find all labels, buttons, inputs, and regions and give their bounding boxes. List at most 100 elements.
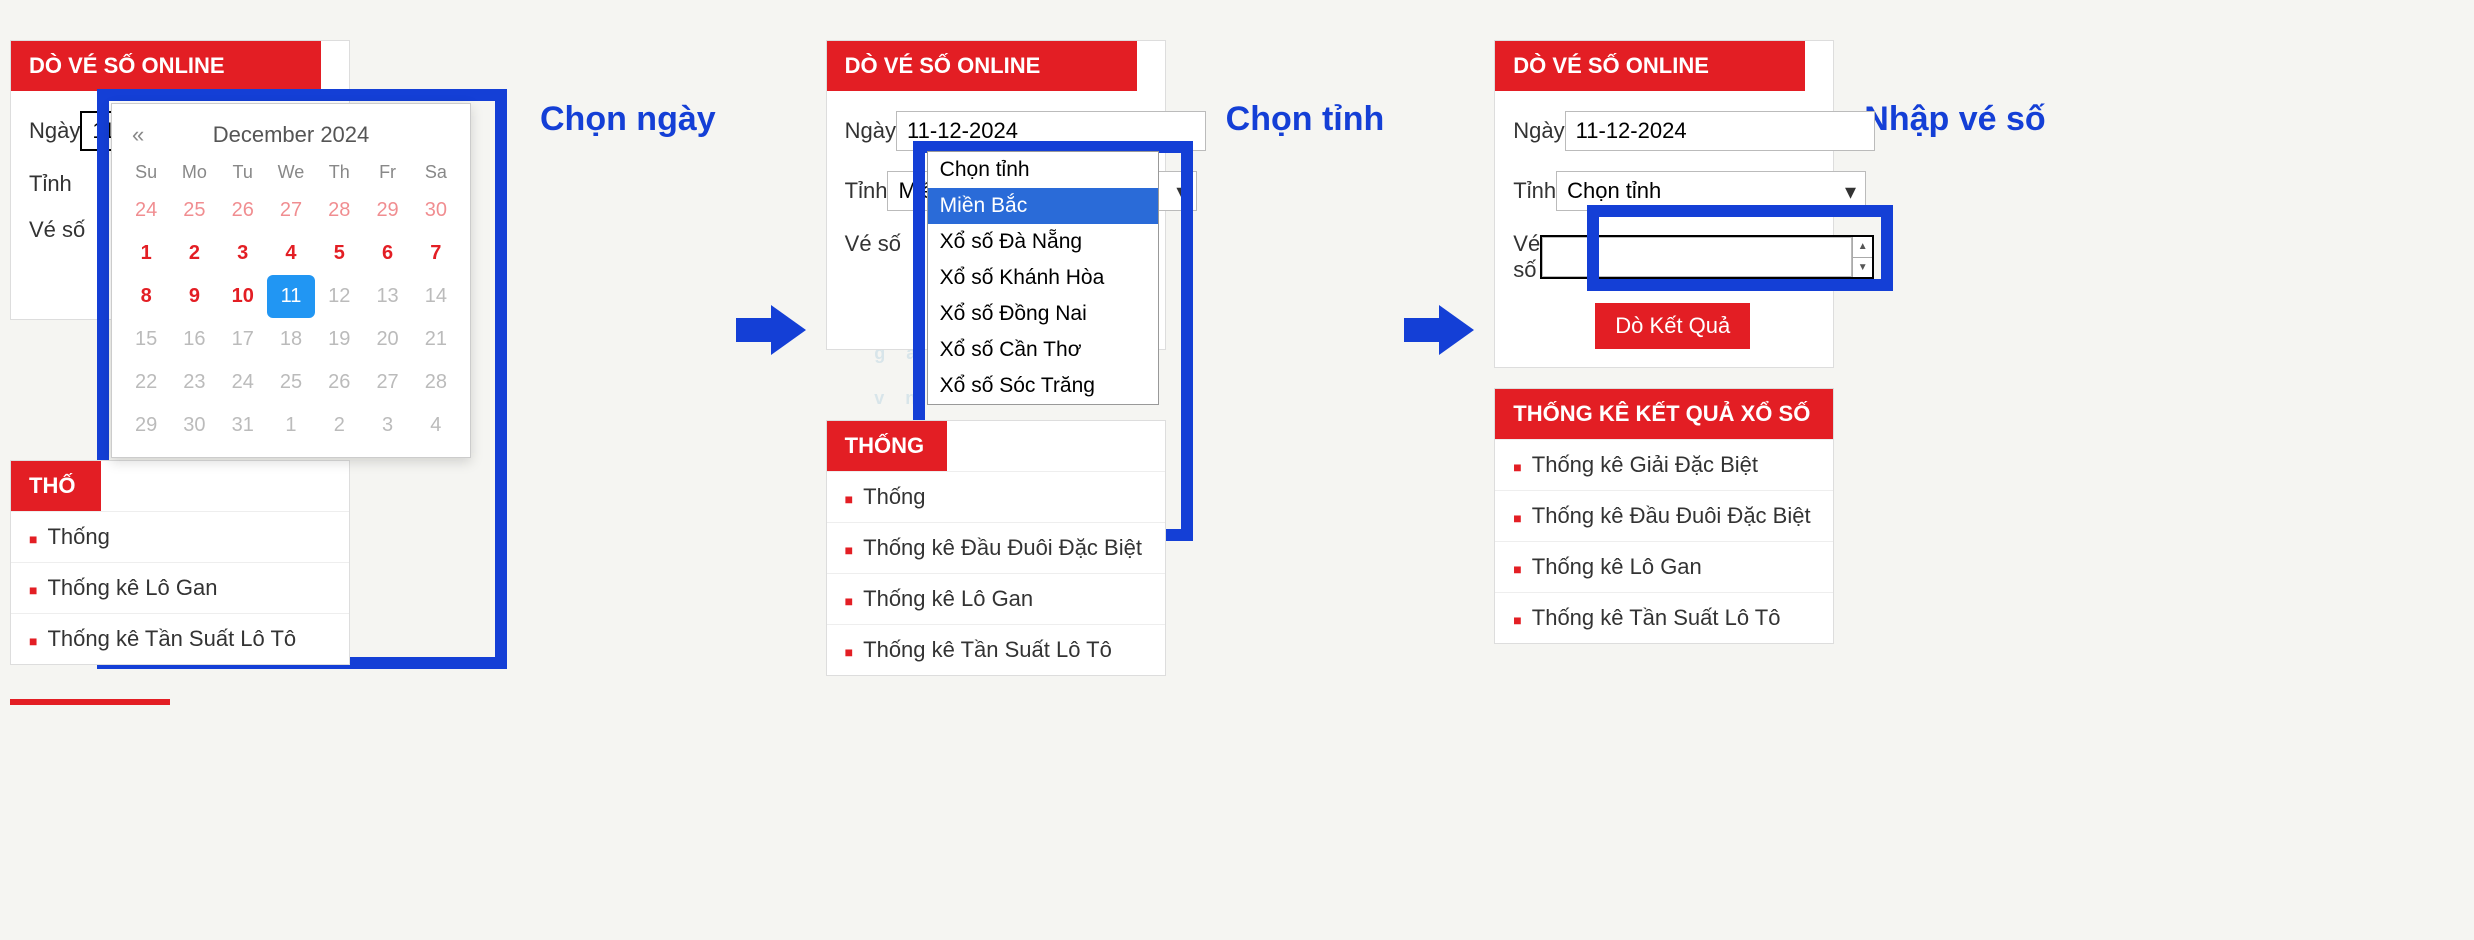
panel-header: DÒ VÉ SỐ ONLINE <box>827 41 1137 91</box>
cal-dow: Su <box>122 156 170 189</box>
cal-day[interactable]: 4 <box>267 232 315 275</box>
cal-day[interactable]: 3 <box>363 404 411 447</box>
cal-day[interactable]: 28 <box>412 361 460 404</box>
stats-panel: THỐ Thống Thống kê Lô Gan Thống kê Tần S… <box>10 460 350 665</box>
cal-day[interactable]: 16 <box>170 318 218 361</box>
cal-day[interactable]: 10 <box>219 275 267 318</box>
province-option[interactable]: Miền Bắc <box>928 188 1158 224</box>
cal-day[interactable]: 26 <box>315 361 363 404</box>
cal-day[interactable]: 28 <box>315 189 363 232</box>
cal-day[interactable]: 23 <box>170 361 218 404</box>
label-ticket: Vé số <box>845 231 925 257</box>
lookup-panel: DÒ VÉ SỐ ONLINE Ngày Tỉnh Vé số <box>826 40 1166 350</box>
stats-item[interactable]: Thống kê Tần Suất Lô Tô <box>1495 592 1833 643</box>
cal-day[interactable]: 20 <box>363 318 411 361</box>
stats-header: THỐ <box>11 461 101 511</box>
label-date: Ngày <box>29 118 80 144</box>
cal-day[interactable]: 30 <box>412 189 460 232</box>
divider <box>10 699 170 705</box>
spinner-icon[interactable]: ▲▼ <box>1852 237 1872 277</box>
cal-day[interactable]: 5 <box>315 232 363 275</box>
cal-day[interactable]: 2 <box>170 232 218 275</box>
cal-day[interactable]: 11 <box>267 275 315 318</box>
cal-day[interactable]: 12 <box>315 275 363 318</box>
arrow-right-icon <box>736 300 806 360</box>
province-option[interactable]: Xổ số Đà Nẵng <box>928 224 1158 260</box>
cal-day[interactable]: 17 <box>219 318 267 361</box>
cal-day[interactable]: 29 <box>363 189 411 232</box>
step-label-2: Chọn tỉnh <box>1226 100 1385 139</box>
cal-prev-icon[interactable]: « <box>132 122 144 148</box>
stats-item[interactable]: Thống kê Giải Đặc Biệt <box>1495 439 1833 490</box>
cal-day[interactable]: 24 <box>122 189 170 232</box>
label-date: Ngày <box>845 118 896 144</box>
cal-dow: Mo <box>170 156 218 189</box>
stats-item[interactable]: Thống kê Tần Suất Lô Tô <box>11 613 349 664</box>
cal-day[interactable]: 7 <box>412 232 460 275</box>
date-input[interactable] <box>1565 111 1875 151</box>
cal-day[interactable]: 14 <box>412 275 460 318</box>
province-option[interactable]: Xổ số Sóc Trăng <box>928 368 1158 404</box>
cal-day[interactable]: 27 <box>267 189 315 232</box>
cal-day[interactable]: 15 <box>122 318 170 361</box>
panel-header: DÒ VÉ SỐ ONLINE <box>1495 41 1805 91</box>
cal-day[interactable]: 21 <box>412 318 460 361</box>
cal-dow: We <box>267 156 315 189</box>
cal-day[interactable]: 13 <box>363 275 411 318</box>
label-ticket: Vé số <box>29 217 109 243</box>
province-option[interactable]: Xổ số Cần Thơ <box>928 332 1158 368</box>
province-option[interactable]: Xổ số Khánh Hòa <box>928 260 1158 296</box>
province-dropdown: Chọn tỉnh Miền Bắc Xổ số Đà Nẵng Xổ số K… <box>927 151 1159 405</box>
cal-day[interactable]: 25 <box>267 361 315 404</box>
cal-day[interactable]: 3 <box>219 232 267 275</box>
cal-day[interactable]: 4 <box>412 404 460 447</box>
stats-item[interactable]: Thống kê Đầu Đuôi Đặc Biệt <box>1495 490 1833 541</box>
label-province: Tỉnh <box>1513 178 1556 204</box>
cal-day[interactable]: 1 <box>122 232 170 275</box>
cal-day[interactable]: 6 <box>363 232 411 275</box>
cal-dow: Th <box>315 156 363 189</box>
lookup-panel: DÒ VÉ SỐ ONLINE Ngày Tỉnh Vé số <box>1494 40 1834 368</box>
cal-day[interactable]: 18 <box>267 318 315 361</box>
cal-day[interactable]: 26 <box>219 189 267 232</box>
stats-header: THỐNG <box>827 421 947 471</box>
label-ticket: Vé số <box>1513 231 1540 283</box>
label-date: Ngày <box>1513 118 1564 144</box>
cal-dow: Fr <box>363 156 411 189</box>
cal-title: December 2024 <box>213 122 370 148</box>
stats-item[interactable]: Thống kê Tần Suất Lô Tô <box>827 624 1165 675</box>
cal-dow: Sa <box>412 156 460 189</box>
cal-day[interactable]: 27 <box>363 361 411 404</box>
step-label-3: Nhập vé số <box>1864 100 2045 139</box>
cal-day[interactable]: 2 <box>315 404 363 447</box>
stats-item[interactable]: Thống <box>11 511 349 562</box>
cal-day[interactable]: 29 <box>122 404 170 447</box>
stats-item[interactable]: Thống kê Lô Gan <box>827 573 1165 624</box>
province-option[interactable]: Chọn tỉnh <box>928 152 1158 188</box>
label-province: Tỉnh <box>29 171 109 197</box>
cal-day[interactable]: 1 <box>267 404 315 447</box>
stats-panel: THỐNG Thống Thống kê Đầu Đuôi Đặc Biệt T… <box>826 420 1166 676</box>
cal-day[interactable]: 25 <box>170 189 218 232</box>
date-input[interactable] <box>896 111 1206 151</box>
province-option[interactable]: Xổ số Đồng Nai <box>928 296 1158 332</box>
cal-day[interactable]: 30 <box>170 404 218 447</box>
province-select[interactable] <box>1556 171 1866 211</box>
arrow-right-icon <box>1404 300 1474 360</box>
cal-day[interactable]: 9 <box>170 275 218 318</box>
cal-day[interactable]: 24 <box>219 361 267 404</box>
label-province: Tỉnh <box>845 178 888 204</box>
submit-button[interactable]: Dò Kết Quả <box>1595 303 1750 349</box>
ticket-input-wrap: ▲▼ <box>1540 235 1874 279</box>
cal-day[interactable]: 19 <box>315 318 363 361</box>
stats-item[interactable]: Thống kê Đầu Đuôi Đặc Biệt <box>827 522 1165 573</box>
ticket-input[interactable] <box>1542 237 1852 277</box>
stats-item[interactable]: Thống kê Lô Gan <box>11 562 349 613</box>
cal-day[interactable]: 31 <box>219 404 267 447</box>
step-label-1: Chọn ngày <box>540 100 716 139</box>
stats-item[interactable]: Thống <box>827 471 1165 522</box>
cal-day[interactable]: 22 <box>122 361 170 404</box>
stats-item[interactable]: Thống kê Lô Gan <box>1495 541 1833 592</box>
stats-header: THỐNG KÊ KẾT QUẢ XỔ SỐ <box>1495 389 1833 439</box>
cal-day[interactable]: 8 <box>122 275 170 318</box>
